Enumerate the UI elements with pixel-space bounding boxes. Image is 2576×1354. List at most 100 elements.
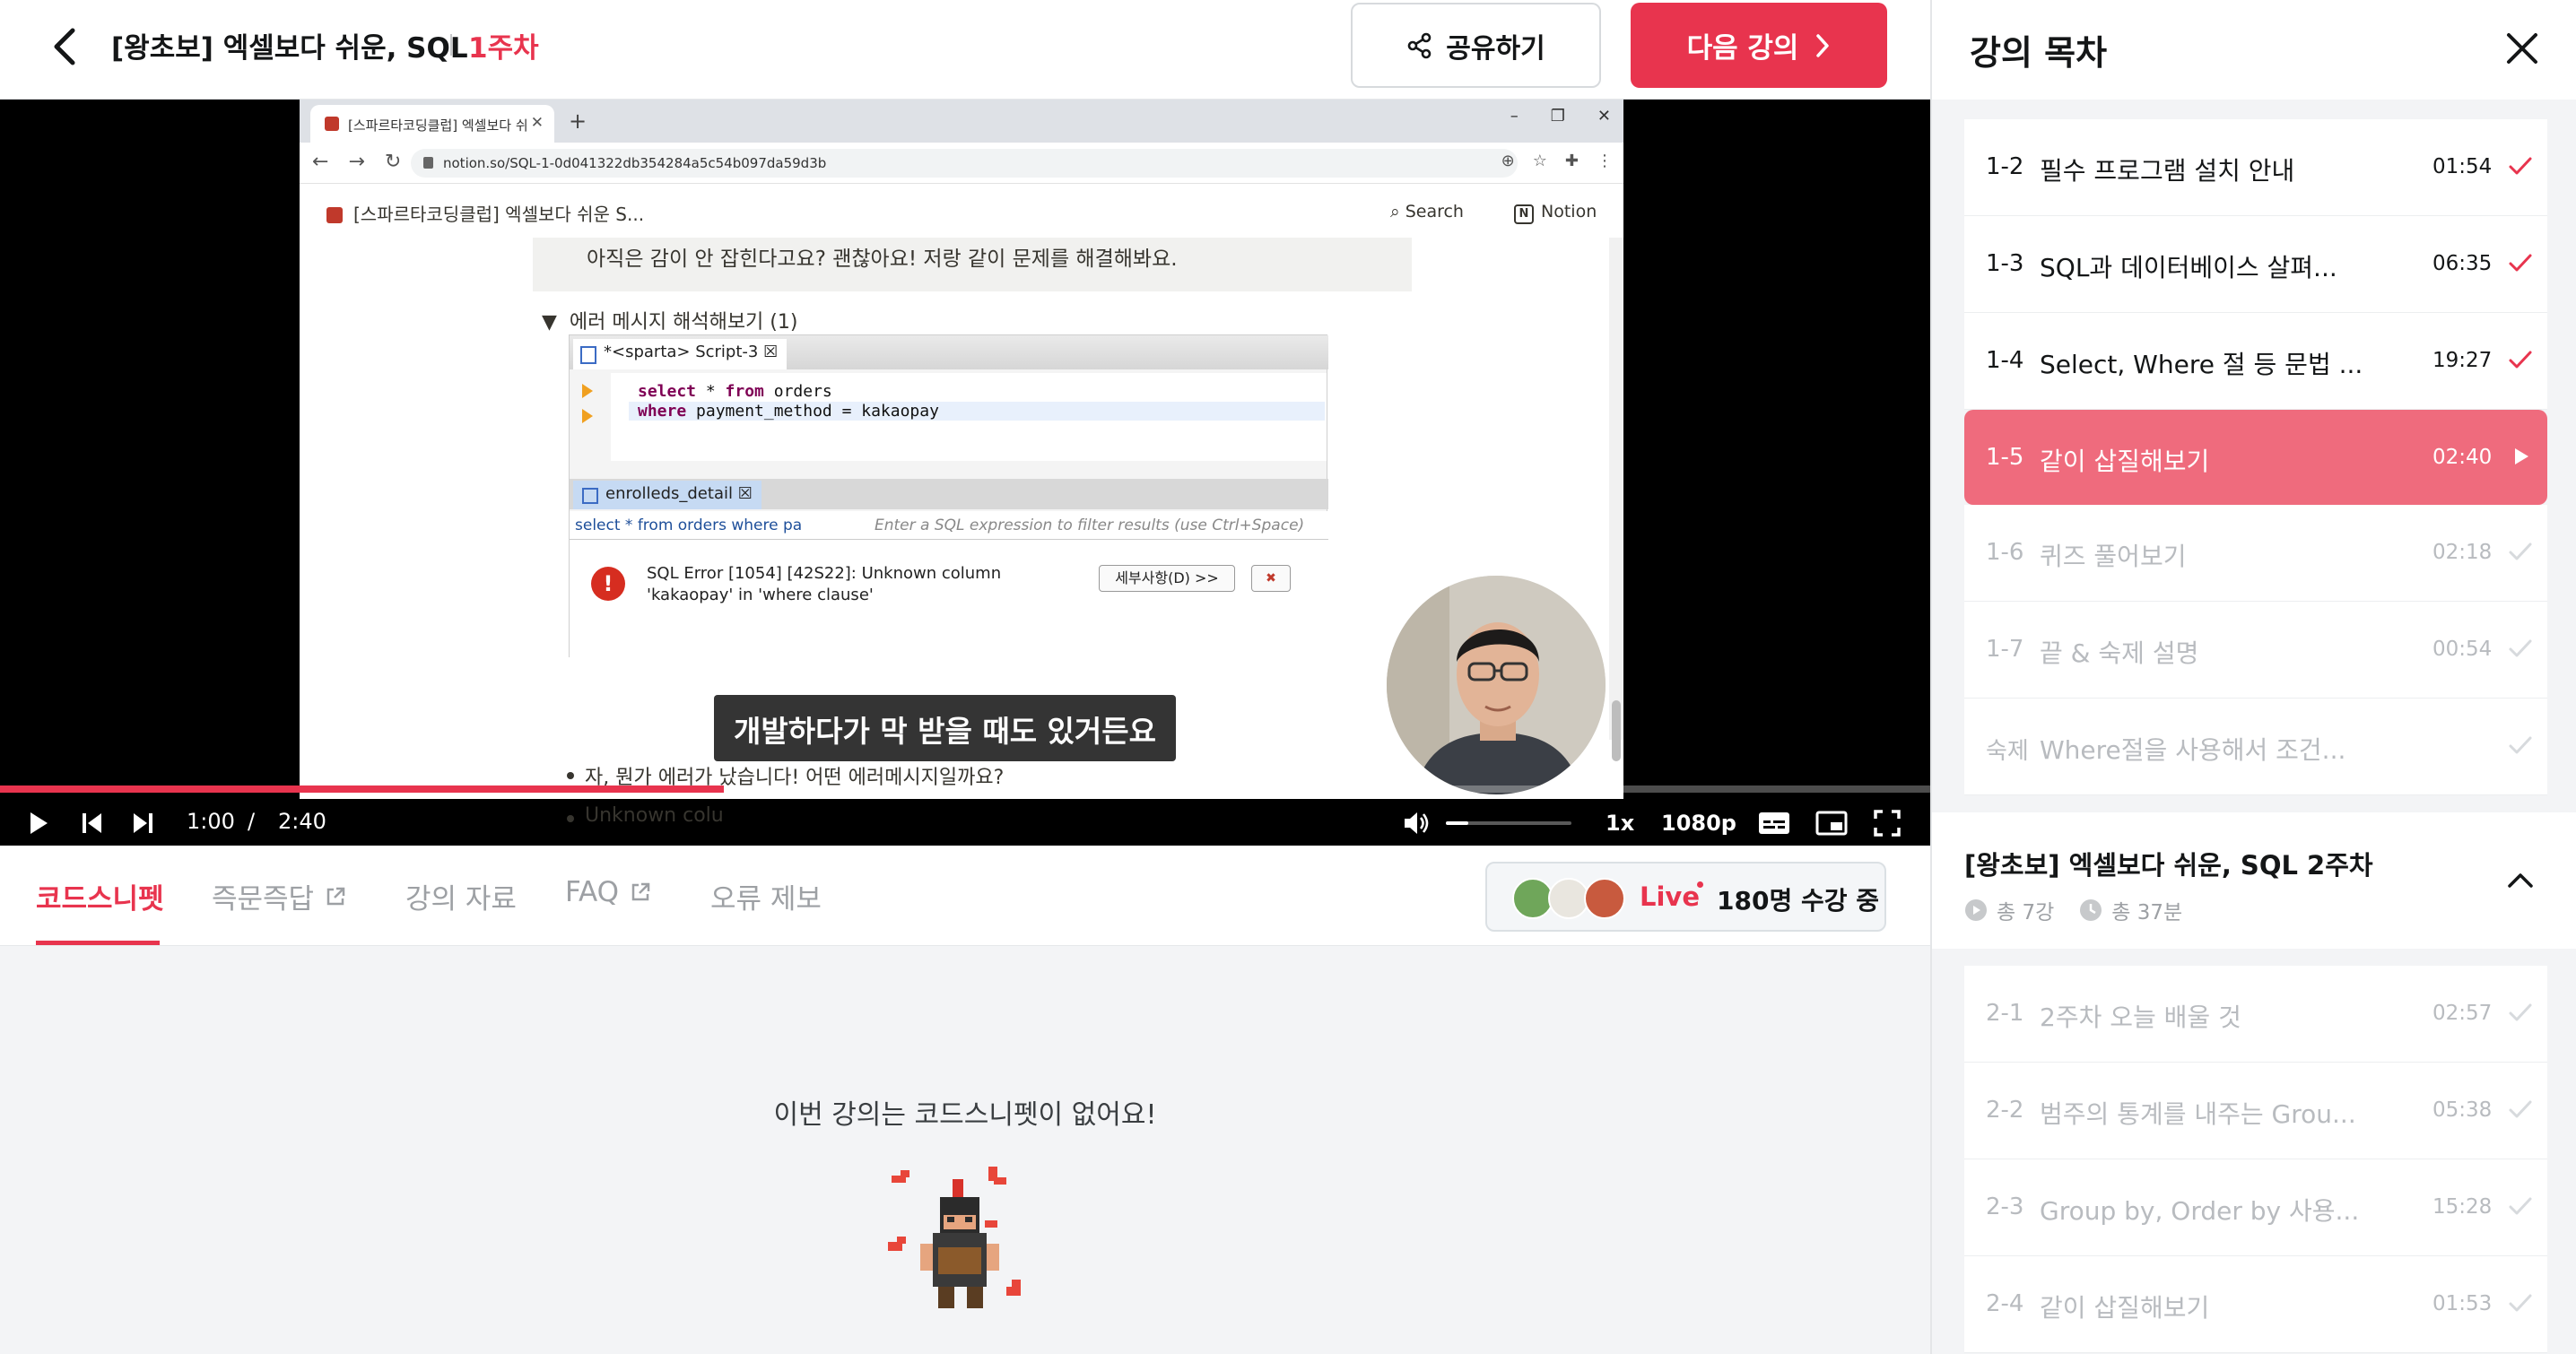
progress-fill [0, 785, 724, 793]
notion-toggle: ▼ 에러 메시지 해석해보기 (1) [542, 306, 797, 334]
week2-lesson-count: 총 7강 [1964, 895, 2054, 925]
chevron-left-icon [54, 28, 75, 65]
lesson-item[interactable]: 숙제 Where절을 사용해서 조건... [1964, 699, 2547, 795]
check-icon [2509, 254, 2532, 272]
lesson-name: 필수 프로그램 설치 안내 [2040, 156, 2295, 186]
notion-search: ⌕ Search [1390, 202, 1464, 221]
lesson-name: Group by, Order by 사용... [2040, 1196, 2360, 1226]
tab-faq[interactable]: FAQ [565, 876, 651, 908]
lesson-item[interactable]: 1-4 Select, Where 절 등 문법 ... 19:27 [1964, 313, 2547, 410]
browser-tab-title: [스파르타코딩클럽] 엑셀보다 쉬 [348, 117, 528, 134]
arrow-right-icon: → [348, 151, 365, 173]
error-line: 'kakaopay' in 'where clause' [647, 586, 874, 604]
script-tab-bar: *<sparta> Script-3 ☒ [570, 335, 1328, 369]
week2-meta: 총 7강 총 37분 [1964, 895, 2182, 925]
week2-header[interactable]: [왕초보] 엑셀보다 쉬운, SQL 2주차 총 7강 총 37분 [1932, 812, 2576, 949]
lesson-item[interactable]: 2-4 같이 삽질해보기 01:53 [1964, 1256, 2547, 1353]
next-button[interactable] [120, 794, 165, 846]
script-tab: *<sparta> Script-3 ☒ [573, 339, 788, 369]
next-lesson-label: 다음 강의 [1686, 32, 1799, 65]
progress-bar[interactable] [0, 785, 1930, 793]
volume-slider[interactable] [1446, 821, 1571, 825]
lesson-number: 1-5 [1986, 444, 2024, 471]
live-status[interactable]: Live 180명 수강 중 [1485, 862, 1886, 932]
notion-topbar: [스파르타코딩클럽] 엑셀보다 쉬운 S... ⌕ Search N Notion [300, 184, 1623, 238]
play-button[interactable] [16, 794, 61, 846]
skip-next-icon [134, 813, 152, 833]
playback-speed[interactable]: 1x [1606, 811, 1634, 836]
notion-breadcrumb-text: [스파르타코딩클럽] 엑셀보다 쉬운 S... [353, 204, 645, 225]
clock-icon [2080, 899, 2102, 921]
lesson-item[interactable]: 2-1 2주차 오늘 배울 것 02:57 [1964, 966, 2547, 1063]
tab-instant-qa[interactable]: 즉문즉답 [212, 876, 346, 916]
next-lesson-button[interactable]: 다음 강의 [1631, 3, 1887, 88]
close-icon [2507, 33, 2537, 64]
lesson-name: 퀴즈 풀어보기 [2040, 542, 2187, 571]
code-text: * [696, 382, 726, 401]
video-player[interactable]: [스파르타코딩클럽] 엑셀보다 쉬 ✕ + – ❐ ✕ ← → ↻ notion… [0, 100, 1930, 846]
title-divider [450, 34, 452, 56]
captions-icon [1759, 812, 1789, 834]
tab-error-report[interactable]: 오류 제보 [710, 876, 822, 916]
lesson-duration: 01:53 [2432, 1292, 2493, 1315]
run-arrow-icon [582, 384, 593, 398]
window-controls: – ❐ ✕ [1510, 107, 1611, 126]
week-label: 1주차 [468, 32, 539, 65]
quality-selector[interactable]: 1080p [1661, 811, 1736, 836]
share-button-label: 공유하기 [1446, 32, 1545, 65]
lesson-item[interactable]: 1-3 SQL과 데이터베이스 살펴... 06:35 [1964, 216, 2547, 313]
tab-code-snippet[interactable]: 코드스니펫 [36, 876, 164, 916]
share-button[interactable]: 공유하기 [1351, 3, 1601, 88]
tab-lecture-materials[interactable]: 강의 자료 [405, 876, 517, 916]
week2-lesson-list: 2-1 2주차 오늘 배울 것 02:57 2-2 범주의 통계를 내주는 Grou..… [1964, 966, 2547, 1353]
lesson-item[interactable]: 1-7 끝 & 숙제 설명 00:54 [1964, 602, 2547, 699]
run-arrow-icon [582, 409, 593, 423]
volume-icon [1405, 812, 1429, 834]
lesson-item[interactable]: 2-3 Group by, Order by 사용... 15:28 [1964, 1159, 2547, 1256]
dbeaver-screenshot: *<sparta> Script-3 ☒ select * from order… [569, 334, 1328, 658]
chevron-up-icon [2508, 873, 2533, 888]
fullscreen-button[interactable] [1866, 794, 1909, 846]
maximize-icon: ❐ [1550, 107, 1565, 126]
favicon-icon [325, 117, 339, 131]
lesson-item[interactable]: 1-2 필수 프로그램 설치 안내 01:54 [1964, 119, 2547, 216]
empty-snippet-message: 이번 강의는 코드스니펫이 없어요! [773, 1099, 1157, 1131]
tab-content: 이번 강의는 코드스니펫이 없어요! [0, 946, 1930, 1354]
external-link-icon [326, 887, 345, 905]
lesson-duration: 06:35 [2432, 252, 2493, 275]
check-icon [2509, 351, 2532, 369]
plus-icon: + [569, 108, 587, 134]
lesson-name: 2주차 오늘 배울 것 [2040, 1002, 2241, 1032]
lesson-item[interactable]: 1-5 같이 삽질해보기 02:40 [1964, 410, 2547, 505]
browser-url-text: notion.so/SQL-1-0d041322db354284a5c54b09… [443, 155, 827, 171]
check-icon [2509, 542, 2532, 560]
notion-search-label: Search [1405, 202, 1464, 221]
back-button[interactable] [41, 23, 88, 70]
editor-gutter [570, 373, 605, 461]
previous-button[interactable] [70, 794, 115, 846]
play-icon [2515, 448, 2528, 464]
avatar [1584, 878, 1625, 919]
browser-tab-bar: [스파르타코딩클럽] 엑셀보다 쉬 ✕ + – ❐ ✕ [300, 100, 1623, 143]
result-filter: select * from orders where pa Enter a SQ… [570, 511, 1328, 540]
check-icon [2509, 157, 2532, 175]
video-subtitle: 개발하다가 막 받을 때도 있거든요 [714, 695, 1176, 761]
spartan-mascot-icon [888, 1167, 1021, 1308]
captions-button[interactable] [1753, 794, 1796, 846]
sidebar-close-button[interactable] [2493, 20, 2551, 77]
pip-button[interactable] [1810, 794, 1853, 846]
lesson-duration: 05:38 [2432, 1098, 2493, 1122]
volume-button[interactable] [1396, 794, 1439, 846]
notion-brand: N Notion [1514, 202, 1597, 224]
lesson-duration: 15:28 [2432, 1195, 2493, 1219]
code-keyword: select [638, 382, 697, 401]
callout-text: 아직은 감이 안 잡힌다고요? 괜찮아요! 저랑 같이 문제를 해결해봐요. [587, 247, 1178, 271]
duration: 2:40 [278, 809, 326, 834]
tab-label: 코드스니펫 [36, 883, 164, 916]
lesson-item[interactable]: 2-2 범주의 통계를 내주는 Grou... 05:38 [1964, 1063, 2547, 1159]
lesson-item[interactable]: 1-6 퀴즈 풀어보기 02:18 [1964, 505, 2547, 602]
lesson-count-text: 총 7강 [1997, 901, 2055, 924]
error-dismiss-icon: ✖ [1251, 565, 1291, 592]
result-tab-bar: enrolleds_detail ☒ [570, 479, 1328, 509]
tab-label: 오류 제보 [710, 883, 822, 916]
